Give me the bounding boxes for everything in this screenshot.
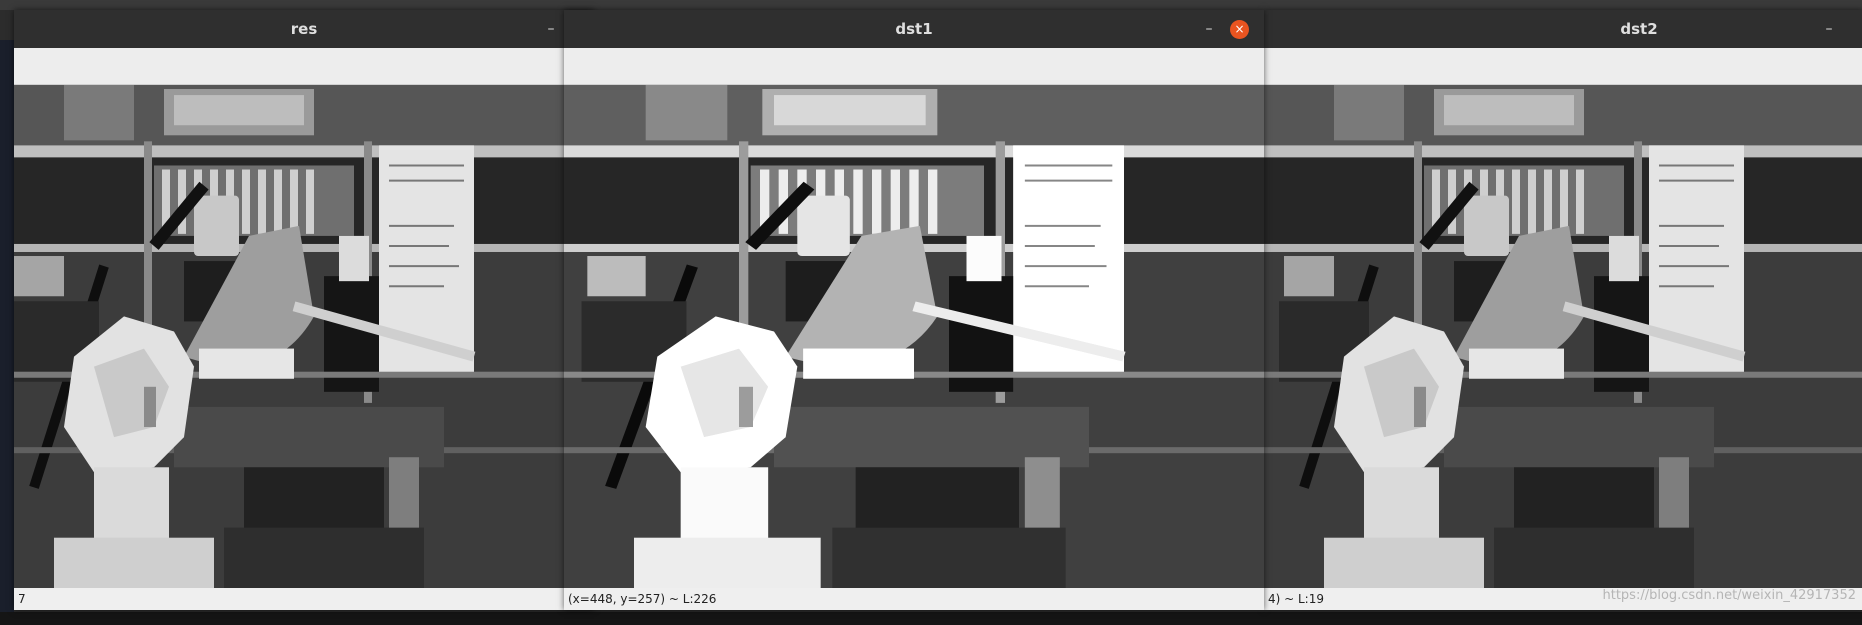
desktop-left-edge: [0, 40, 14, 625]
image-display[interactable]: [564, 85, 1264, 588]
window-title: dst2: [1620, 20, 1658, 38]
window-dst1[interactable]: dst1 – × (x=448, y=257) ~ L:226: [564, 10, 1264, 610]
window-dst2[interactable]: dst2 – 4) ~ L:19 https://blog.csdn.net/w…: [1264, 10, 1862, 610]
toolbar: [564, 48, 1264, 85]
status-bar: 4) ~ L:19 https://blog.csdn.net/weixin_4…: [1264, 588, 1862, 610]
window-res[interactable]: res – × 7: [14, 10, 594, 610]
toolbar: [1264, 48, 1862, 85]
status-text: (x=448, y=257) ~ L:226: [568, 592, 717, 606]
status-bar: (x=448, y=257) ~ L:226: [564, 588, 1264, 610]
minimize-icon[interactable]: –: [1820, 20, 1838, 38]
minimize-icon[interactable]: –: [542, 20, 560, 38]
titlebar-dst1[interactable]: dst1 – ×: [564, 10, 1264, 48]
grayscale-image: [1264, 85, 1862, 588]
titlebar-dst2[interactable]: dst2 –: [1264, 10, 1862, 48]
desktop-bottom-edge: [0, 612, 1862, 625]
window-title: dst1: [895, 20, 933, 38]
toolbar: [14, 48, 594, 85]
status-text: 4) ~ L:19: [1268, 592, 1324, 606]
titlebar-res[interactable]: res – ×: [14, 10, 594, 48]
window-title: res: [290, 20, 318, 38]
image-display[interactable]: [1264, 85, 1862, 588]
image-display[interactable]: [14, 85, 594, 588]
desktop-top-edge: [0, 0, 1862, 10]
close-icon[interactable]: ×: [1230, 20, 1249, 39]
enhanced-image: [564, 85, 1264, 588]
grayscale-image: [14, 85, 594, 588]
status-text: 7: [18, 592, 26, 606]
status-bar: 7: [14, 588, 594, 610]
minimize-icon[interactable]: –: [1200, 20, 1218, 38]
watermark-text: https://blog.csdn.net/weixin_42917352: [1602, 588, 1856, 603]
